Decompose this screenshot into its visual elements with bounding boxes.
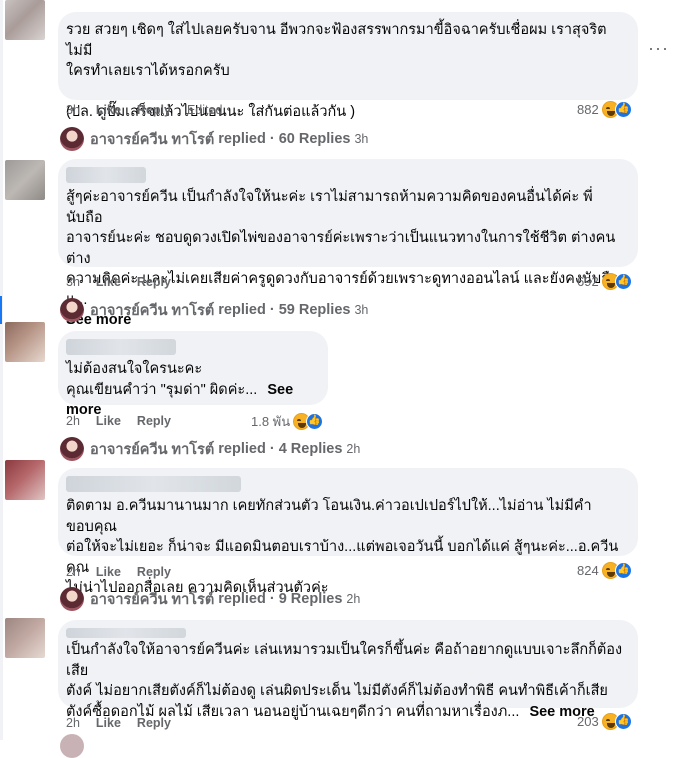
commenter-name-blurred[interactable] <box>66 167 146 183</box>
comment-time: 2h <box>66 414 80 428</box>
comment-actions: 2h Like Reply <box>66 716 187 730</box>
replied-label: replied <box>218 441 266 457</box>
like-button[interactable]: Like <box>96 565 121 579</box>
comment-time: 3h <box>66 275 80 289</box>
comment-bubble: สู้ๆค่ะอาจารย์ควีน เป็นกำลังใจให้นะค่ะ เ… <box>58 159 638 328</box>
replies-time: 2h <box>346 592 361 606</box>
replier-name: อาจารย์ควีน ทาโรต์ <box>90 441 215 458</box>
reaction-count: 1.8 พัน <box>251 414 291 429</box>
commenter-avatar[interactable] <box>5 160 45 200</box>
left-panel-edge <box>0 0 3 740</box>
comment-text: ติดตาม อ.ควีนมานานมาก เคยทักส่วนตัว โอนเ… <box>66 498 619 596</box>
commenter-avatar[interactable] <box>5 322 45 362</box>
like-reaction-icon: 👍 <box>306 413 324 430</box>
like-button[interactable]: Like <box>96 716 121 730</box>
comment-actions: 2h Like Reply <box>66 414 187 428</box>
like-button[interactable]: Like <box>96 414 121 428</box>
commenter-avatar[interactable] <box>5 460 45 500</box>
like-button[interactable]: Like <box>96 103 121 117</box>
replies-time: 3h <box>354 303 369 317</box>
view-replies-link[interactable]: อาจารย์ควีน ทาโรต์ replied · 9 Replies 2… <box>60 587 360 611</box>
comment-bubble: เป็นกำลังใจให้อาจารย์ควีนค่ะ เล่นเหมารวม… <box>58 620 638 720</box>
replied-label: replied <box>218 131 266 147</box>
replies-time: 2h <box>346 442 361 456</box>
reply-button[interactable]: Reply <box>137 716 171 730</box>
reply-count: 59 Replies <box>278 302 351 318</box>
commenter-name-blurred[interactable] <box>66 339 176 355</box>
commenter-avatar[interactable] <box>5 618 45 658</box>
replier-avatar <box>60 437 84 461</box>
reply-button[interactable]: Reply <box>137 103 171 117</box>
reply-count: 9 Replies <box>278 591 343 607</box>
replier-avatar <box>60 298 84 322</box>
replier-avatar <box>60 587 84 611</box>
reaction-summary[interactable]: 692 👍 <box>577 273 632 290</box>
reaction-summary[interactable]: 1.8 พัน 👍 <box>251 411 324 432</box>
view-replies-link[interactable]: อาจารย์ควีน ทาโรต์ replied · 4 Replies 2… <box>60 437 360 461</box>
reaction-count: 203 <box>577 714 599 729</box>
replies-time: 3h <box>354 132 369 146</box>
replier-name: อาจารย์ควีน ทาโรต์ <box>90 591 215 608</box>
scroll-indicator[interactable] <box>0 296 2 324</box>
edited-label: Edited <box>186 103 223 117</box>
view-replies-link[interactable]: อาจารย์ควีน ทาโรต์ replied · 59 Replies … <box>60 298 368 322</box>
comment-time: 2h <box>66 716 80 730</box>
reply-button[interactable]: Reply <box>137 275 171 289</box>
commenter-name-blurred[interactable] <box>66 628 186 638</box>
like-reaction-icon: 👍 <box>614 101 632 118</box>
reaction-summary[interactable]: 203 👍 <box>577 713 632 730</box>
reaction-count: 882 <box>577 102 599 117</box>
comment-actions: 3h Like Reply <box>66 275 187 289</box>
reaction-summary[interactable]: 824 👍 <box>577 562 632 579</box>
reply-button[interactable]: Reply <box>137 414 171 428</box>
comment-bubble: รวย สวยๆ เชิดๆ ใส่ไปเลยครับจาน อีพวกจะฟ้… <box>58 12 638 120</box>
commenter-avatar[interactable] <box>5 0 45 40</box>
comment-bubble: ไม่ต้องสนใจใครนะคะ คุณเขียนคำว่า "รุมด่า… <box>58 331 328 418</box>
replier-name: อาจารย์ควีน ทาโรต์ <box>90 302 215 319</box>
comment-text: ไม่ต้องสนใจใครนะคะ คุณเขียนคำว่า "รุมด่า… <box>66 361 258 398</box>
comment-time: 3h <box>66 103 80 117</box>
reaction-count: 692 <box>577 274 599 289</box>
reaction-count: 824 <box>577 563 599 578</box>
comment-bubble: ติดตาม อ.ควีนมานานมาก เคยทักส่วนตัว โอนเ… <box>58 468 638 596</box>
replier-avatar <box>60 127 84 151</box>
replied-label: replied <box>218 591 266 607</box>
reply-button[interactable]: Reply <box>137 565 171 579</box>
replier-avatar <box>60 734 84 758</box>
comment-actions: 3h Like Reply Edited <box>66 103 238 117</box>
reply-count: 60 Replies <box>278 131 351 147</box>
replier-name: อาจารย์ควีน ทาโรต์ <box>90 131 215 148</box>
like-reaction-icon: 👍 <box>614 713 632 730</box>
reaction-summary[interactable]: 882 👍 <box>577 101 632 118</box>
replied-label: replied <box>218 302 266 318</box>
commenter-name-blurred[interactable] <box>66 476 241 492</box>
view-replies-link[interactable]: อาจารย์ควีน ทาโรต์ replied · 60 Replies … <box>60 127 368 151</box>
comment-time: 2h <box>66 565 80 579</box>
like-button[interactable]: Like <box>96 275 121 289</box>
like-reaction-icon: 👍 <box>614 562 632 579</box>
comment-text: สู้ๆค่ะอาจารย์ควีน เป็นกำลังใจให้นะค่ะ เ… <box>66 189 619 308</box>
more-options-icon[interactable]: ··· <box>648 38 669 59</box>
comment-actions: 2h Like Reply <box>66 565 187 579</box>
reply-count: 4 Replies <box>278 441 343 457</box>
like-reaction-icon: 👍 <box>614 273 632 290</box>
